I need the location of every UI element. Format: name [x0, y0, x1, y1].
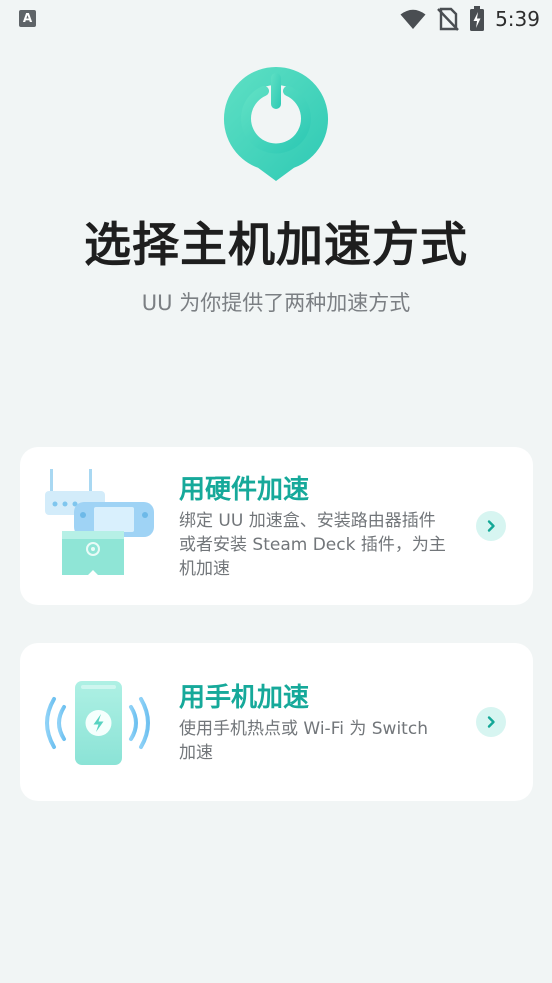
phone-option-title: 用手机加速 [179, 683, 310, 713]
battery-charging-icon [470, 6, 485, 31]
status-icons: 5:39 [400, 6, 540, 32]
uu-logo-icon [223, 66, 329, 181]
hardware-acceleration-option[interactable]: 用硬件加速 绑定 UU 加速盒、安装路由器插件或者安装 Steam Deck 插… [20, 447, 533, 605]
status-bar: A 5:39 [0, 0, 552, 38]
wifi-icon [400, 9, 426, 29]
chevron-right-icon [487, 716, 495, 728]
app-notification-icon: A [19, 10, 36, 27]
clock: 5:39 [495, 7, 540, 31]
hardware-option-description: 绑定 UU 加速盒、安装路由器插件或者安装 Steam Deck 插件，为主机加… [179, 511, 446, 579]
phone-acceleration-option[interactable]: 用手机加速 使用手机热点或 Wi-Fi 为 Switch 加速 [20, 643, 533, 801]
hardware-devices-icon [45, 469, 154, 575]
page-title: 选择主机加速方式 [84, 218, 468, 273]
chevron-right-icon [487, 520, 495, 532]
no-sim-icon [437, 7, 459, 31]
hardware-option-title: 用硬件加速 [179, 475, 310, 505]
phone-option-arrow[interactable] [476, 707, 506, 737]
phone-hotspot-icon [45, 681, 150, 765]
page-subtitle: UU 为你提供了两种加速方式 [141, 291, 411, 315]
hardware-option-arrow[interactable] [476, 511, 506, 541]
phone-option-description: 使用手机热点或 Wi-Fi 为 Switch 加速 [179, 719, 428, 763]
